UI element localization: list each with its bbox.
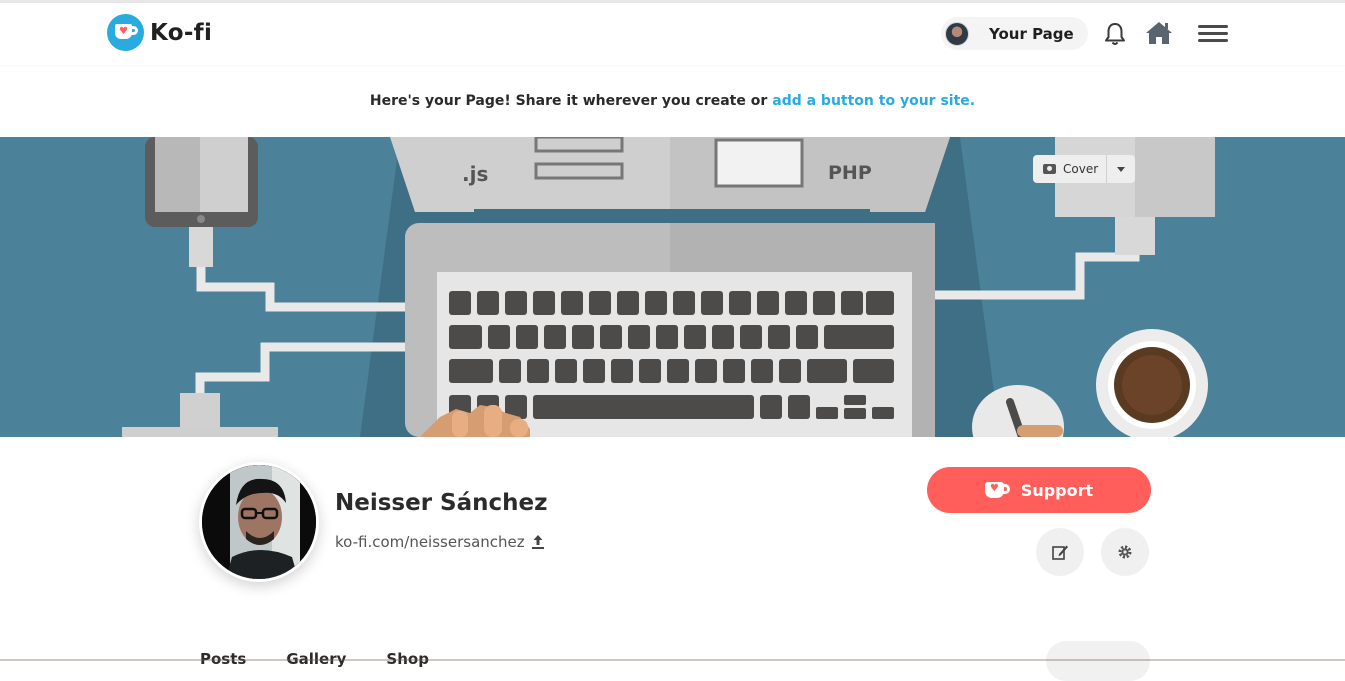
your-page-label: Your Page	[989, 24, 1074, 43]
camera-icon	[1043, 164, 1056, 174]
kofi-cup-icon: ♥	[984, 481, 1011, 499]
edit-page-button[interactable]	[1036, 528, 1084, 576]
add-button-link[interactable]: add a button to your site.	[772, 93, 975, 109]
js-label: .js	[462, 162, 488, 186]
profile-url-text: ko-fi.com/neissersanchez	[335, 533, 525, 551]
profile-avatar[interactable]	[199, 462, 319, 582]
kofi-cup-icon: ♥	[107, 14, 144, 51]
share-upload-icon[interactable]	[531, 534, 545, 550]
profile-url[interactable]: ko-fi.com/neissersanchez	[335, 533, 545, 551]
home-icon[interactable]	[1145, 20, 1173, 46]
gear-icon	[1118, 545, 1132, 559]
top-navbar: ♥ Ko-fi Your Page	[0, 3, 1345, 65]
settings-button[interactable]	[1101, 528, 1149, 576]
cover-button-divider	[1106, 155, 1107, 183]
hamburger-menu-icon[interactable]	[1198, 25, 1228, 43]
php-label: PHP	[828, 162, 872, 184]
cover-illustration: .js PHP	[0, 137, 1345, 437]
your-page-button[interactable]: Your Page	[941, 17, 1088, 50]
profile-name: Neisser Sánchez	[335, 490, 548, 516]
caret-down-icon[interactable]	[1117, 167, 1125, 172]
bell-icon[interactable]	[1103, 21, 1127, 47]
avatar	[945, 21, 969, 46]
support-label: Support	[1020, 480, 1094, 500]
edit-icon	[1052, 545, 1068, 560]
share-notice: Here's your Page! Share it wherever you …	[0, 66, 1345, 136]
kofi-logo[interactable]: ♥ Ko-fi	[107, 14, 212, 51]
cover-image: .js PHP	[0, 137, 1345, 437]
cover-button[interactable]: Cover	[1033, 155, 1135, 183]
cover-button-label: Cover	[1063, 162, 1099, 176]
brand-name: Ko-fi	[150, 19, 213, 46]
share-button[interactable]	[1046, 641, 1150, 681]
notice-text: Here's your Page! Share it wherever you …	[369, 93, 768, 109]
support-button[interactable]: ♥ Support	[927, 467, 1151, 513]
profile-photo	[202, 465, 316, 579]
